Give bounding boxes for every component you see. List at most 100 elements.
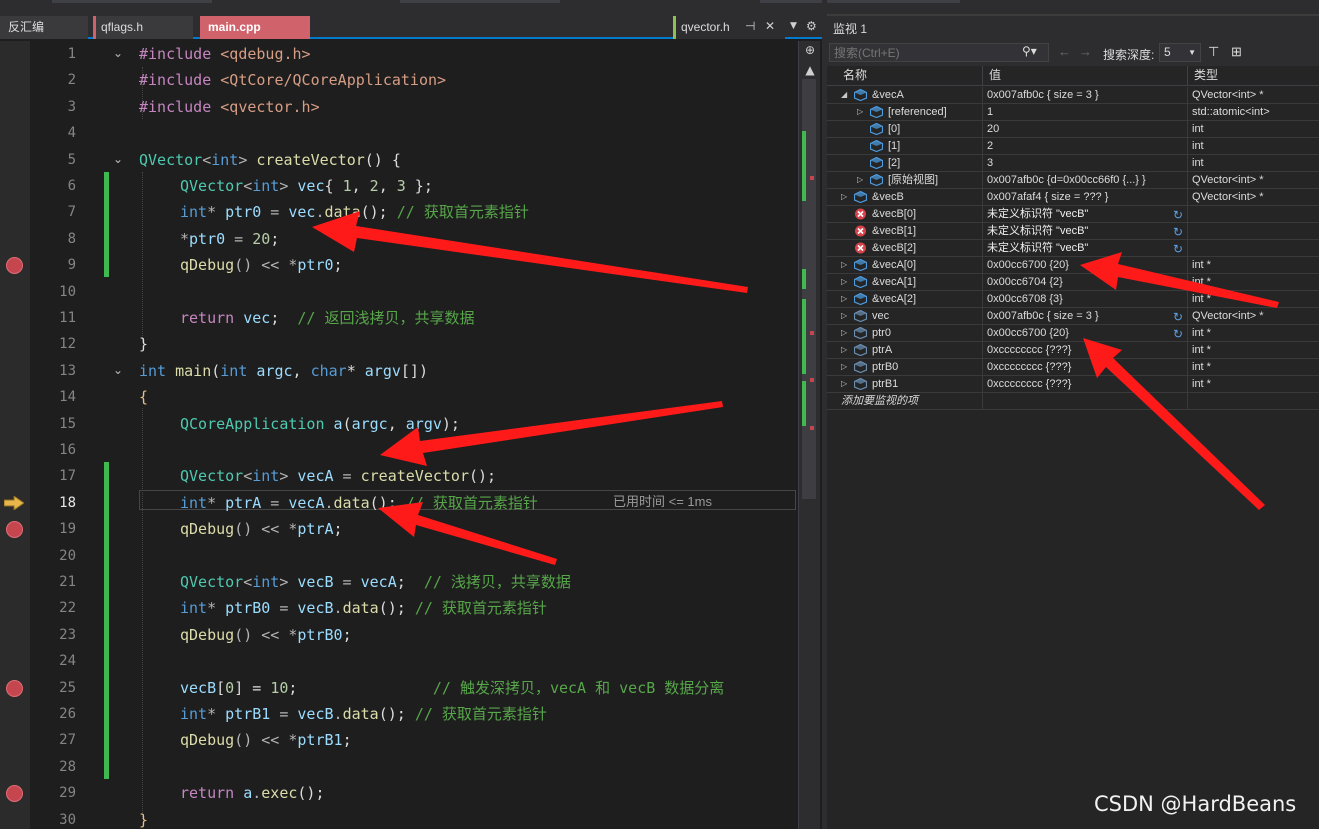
code-line[interactable]: 28 <box>0 754 800 780</box>
watch-item-name[interactable]: &vecB[1] <box>872 223 916 239</box>
refresh-icon[interactable]: ↻ <box>1173 326 1183 342</box>
watch-item-name[interactable]: [2] <box>888 155 900 171</box>
watch-row[interactable]: &vecB[0] 未定义标识符 "vecB" ↻ <box>827 206 1319 223</box>
watch-row[interactable]: ▷ vec 0x007afb0c { size = 3 } ↻ QVector<int>… <box>827 308 1319 325</box>
breakpoint-icon[interactable] <box>6 521 23 539</box>
watch-row[interactable]: [1] 2 int <box>827 138 1319 155</box>
code-line-current[interactable]: 18 int* ptrA = vecA.data(); // 获取首元素指针 <box>0 490 800 516</box>
watch-item-name[interactable]: ptrB1 <box>872 376 898 392</box>
code-line[interactable]: 23 qDebug() << *ptrB0; <box>0 622 800 648</box>
code-line[interactable]: 29 return a.exec(); <box>0 780 800 806</box>
watch-item-name[interactable]: [1] <box>888 138 900 154</box>
tab-list-dropdown-icon[interactable]: ▼ <box>790 14 797 39</box>
expand-icon[interactable]: ▷ <box>841 308 847 324</box>
watch-cell-value[interactable]: 0x00cc6700 {20} <box>983 257 1188 274</box>
watch-item-name[interactable]: [0] <box>888 121 900 137</box>
code-line[interactable]: 20 <box>0 543 800 569</box>
expand-icon[interactable]: ▷ <box>841 257 847 273</box>
column-header-type[interactable]: 类型 <box>1188 66 1319 85</box>
fold-toggle-icon[interactable]: ⌄ <box>113 152 123 166</box>
code-line[interactable]: 6 QVector<int> vec{ 1, 2, 3 }; <box>0 173 800 199</box>
code-line[interactable]: 1 ⌄ #include <qdebug.h> <box>0 41 800 67</box>
code-line[interactable]: 21 QVector<int> vecB = vecA; // 浅拷贝，共享数据 <box>0 569 800 595</box>
watch-cell-value[interactable]: 0x007afaf4 { size = ??? } <box>983 189 1188 206</box>
code-line[interactable]: 16 <box>0 437 800 463</box>
watch-row[interactable]: ▷ [原始视图] 0x007afb0c {d=0x00cc66f0 {...} } Q… <box>827 172 1319 189</box>
watch-cell-value[interactable]: 1 <box>983 104 1188 121</box>
pin-icon[interactable]: ⊣ <box>745 14 755 39</box>
code-line[interactable]: 17 QVector<int> vecA = createVector(); <box>0 463 800 489</box>
watch-row[interactable]: ▷ &vecB 0x007afaf4 { size = ??? } QVector<i… <box>827 189 1319 206</box>
code-line[interactable]: 22 int* ptrB0 = vecB.data(); // 获取首元素指针 <box>0 595 800 621</box>
watch-item-name[interactable]: &vecA[2] <box>872 291 916 307</box>
watch-cell-value[interactable]: 未定义标识符 "vecB" ↻ <box>983 223 1188 240</box>
code-line[interactable]: 2 #include <QtCore/QCoreApplication> <box>0 67 800 93</box>
watch-row[interactable]: ▷ ptrB1 0xcccccccc {???} int * <box>827 376 1319 393</box>
fold-toggle-icon[interactable]: ⌄ <box>113 46 123 60</box>
expand-icon[interactable]: ▷ <box>841 325 847 341</box>
watch-item-name[interactable]: vec <box>872 308 889 324</box>
watch-item-name[interactable]: [referenced] <box>888 104 947 120</box>
code-line[interactable]: 8 *ptr0 = 20; <box>0 226 800 252</box>
watch-row[interactable]: ▷ ptrA 0xcccccccc {???} int * <box>827 342 1319 359</box>
code-line[interactable]: 14 { <box>0 384 800 410</box>
watch-item-name[interactable]: &vecB[2] <box>872 240 916 256</box>
breakpoint-icon[interactable] <box>6 679 23 697</box>
watch-cell-value[interactable]: 0x007afb0c { size = 3 } ↻ <box>983 308 1188 325</box>
watch-cell-value[interactable]: 0x00cc6704 {2} <box>983 274 1188 291</box>
watch-row[interactable]: ▷ ptr0 0x00cc6700 {20} ↻ int * <box>827 325 1319 342</box>
editor-scrollbar[interactable]: ⊕ ▲ <box>798 41 820 829</box>
watch-cell-value[interactable]: 0x00cc6708 {3} <box>983 291 1188 308</box>
watch-item-name[interactable]: &vecA[1] <box>872 274 916 290</box>
tab-disassembly[interactable]: 反汇编 <box>0 16 88 39</box>
refresh-icon[interactable]: ↻ <box>1173 207 1183 223</box>
search-next-icon[interactable]: → <box>1079 44 1092 59</box>
code-line[interactable]: 13 ⌄ int main(int argc, char* argv[]) <box>0 358 800 384</box>
expand-icon[interactable]: ▷ <box>841 274 847 290</box>
expand-icon[interactable]: ▷ <box>841 342 847 358</box>
search-depth-select[interactable]: 5 ▼ <box>1159 43 1201 62</box>
watch-cell-value[interactable]: 0x007afb0c { size = 3 } <box>983 87 1188 104</box>
tab-qflags[interactable]: qflags.h <box>93 16 193 39</box>
watch-row[interactable]: ◢ &vecA 0x007afb0c { size = 3 } QVector<int… <box>827 87 1319 104</box>
watch-cell-value[interactable]: 0x007afb0c {d=0x00cc66f0 {...} } <box>983 172 1188 189</box>
watch-cell-value[interactable]: 未定义标识符 "vecB" ↻ <box>983 240 1188 257</box>
gear-icon[interactable]: ⚙ <box>806 14 817 39</box>
watch-cell-value[interactable]: 0x00cc6700 {20} ↻ <box>983 325 1188 342</box>
split-editor-icon[interactable]: ⊕ <box>799 41 821 59</box>
watch-cell-value[interactable]: 0xcccccccc {???} <box>983 342 1188 359</box>
watch-item-name[interactable]: [原始视图] <box>888 172 938 188</box>
search-input[interactable] <box>829 43 1049 62</box>
breakpoint-icon[interactable] <box>6 257 23 275</box>
fold-toggle-icon[interactable]: ⌄ <box>113 363 123 377</box>
watch-row[interactable]: ▷ &vecA[0] 0x00cc6700 {20} int * <box>827 257 1319 274</box>
watch-row[interactable]: &vecB[1] 未定义标识符 "vecB" ↻ <box>827 223 1319 240</box>
code-line[interactable]: 24 <box>0 648 800 674</box>
code-editor[interactable]: 已用时间 <= 1ms 1 ⌄ #include <qdebug.h> 2 #i… <box>0 41 822 829</box>
code-line[interactable]: 10 <box>0 279 800 305</box>
watch-row[interactable]: ▷ &vecA[2] 0x00cc6708 {3} int * <box>827 291 1319 308</box>
search-prev-icon[interactable]: ← <box>1058 44 1071 59</box>
code-line[interactable]: 26 int* ptrB1 = vecB.data(); // 获取首元素指针 <box>0 701 800 727</box>
expand-icon[interactable]: ▷ <box>841 291 847 307</box>
column-header-name[interactable]: 名称 <box>837 66 983 85</box>
watch-cell-value[interactable]: 20 <box>983 121 1188 138</box>
watch-item-name[interactable]: &vecA[0] <box>872 257 916 273</box>
watch-cell-value[interactable]: 0xcccccccc {???} <box>983 359 1188 376</box>
search-icon[interactable]: ⚲▾ <box>1022 44 1037 58</box>
watch-cell-value[interactable]: 0xcccccccc {???} <box>983 376 1188 393</box>
watch-item-name[interactable]: ptrA <box>872 342 892 358</box>
view-tree-icon[interactable]: ⊞ <box>1231 44 1242 60</box>
refresh-icon[interactable]: ↻ <box>1173 309 1183 325</box>
watch-row[interactable]: ▷ &vecA[1] 0x00cc6704 {2} int * <box>827 274 1319 291</box>
code-line[interactable]: 5 ⌄ QVector<int> createVector() { <box>0 147 800 173</box>
watch-row[interactable]: &vecB[2] 未定义标识符 "vecB" ↻ <box>827 240 1319 257</box>
code-line[interactable]: 9 qDebug() << *ptr0; <box>0 252 800 278</box>
column-header-value[interactable]: 值 <box>983 66 1188 85</box>
code-line[interactable]: 30 } <box>0 807 800 829</box>
code-line[interactable]: 15 QCoreApplication a(argc, argv); <box>0 411 800 437</box>
watch-item-name[interactable]: &vecB[0] <box>872 206 916 222</box>
watch-item-name[interactable]: &vecA <box>872 87 904 103</box>
code-line[interactable]: 12 } <box>0 331 800 357</box>
add-watch-row[interactable]: 添加要监视的项 <box>827 393 1319 410</box>
